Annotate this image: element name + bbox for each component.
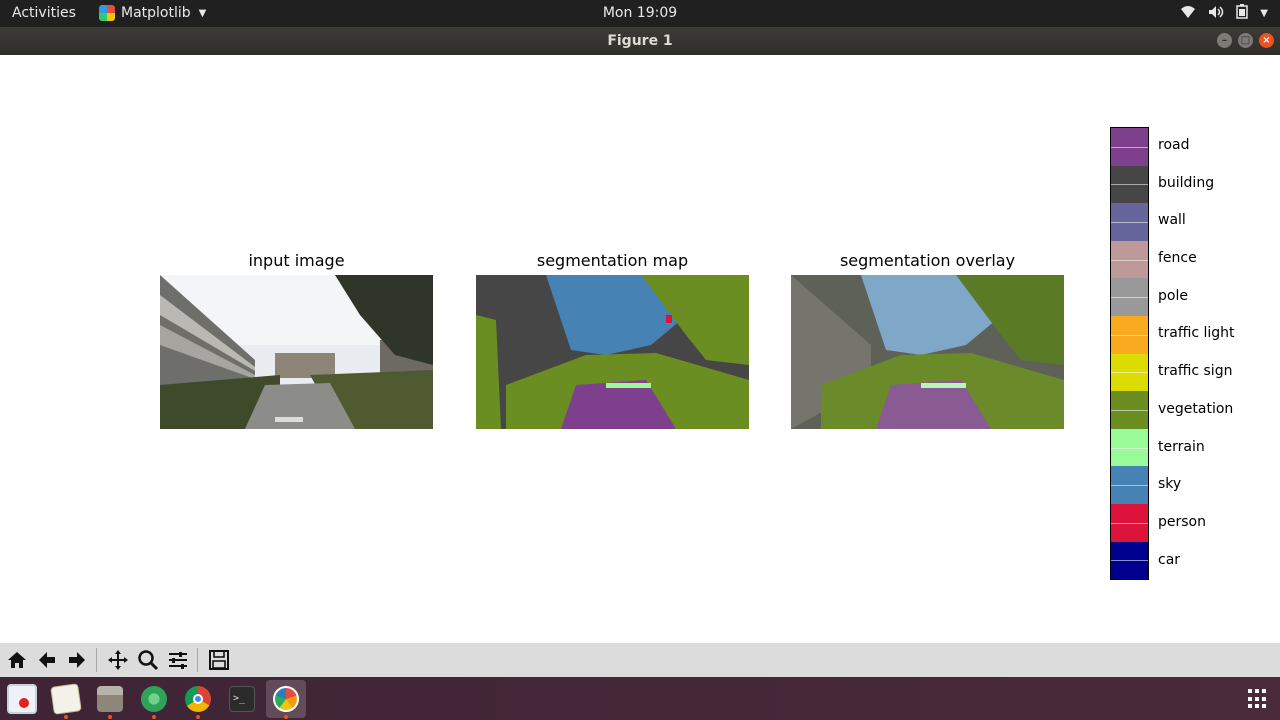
battery-icon[interactable] xyxy=(1236,4,1249,23)
colorbar-swatch-road xyxy=(1111,128,1148,166)
running-indicator xyxy=(284,714,288,719)
figure-canvas[interactable]: input image segmentation map segmentatio… xyxy=(0,55,1280,643)
save-icon[interactable] xyxy=(206,647,232,673)
colorbar-label: sky xyxy=(1158,476,1182,493)
zoom-icon[interactable] xyxy=(135,647,161,673)
text-editor-icon[interactable] xyxy=(46,680,86,719)
forward-icon[interactable] xyxy=(64,647,90,673)
matplotlib-icon[interactable] xyxy=(266,679,306,719)
segmentation-overlay-image xyxy=(791,275,1064,429)
screenshot-app-icon[interactable] xyxy=(2,680,42,718)
activities-button[interactable]: Activities xyxy=(12,5,76,21)
app-menu[interactable]: Matplotlib ▼ xyxy=(99,5,206,21)
top-bar: Activities Matplotlib ▼ Mon 19:09 ▼ xyxy=(0,0,1280,27)
maximize-button[interactable]: □ xyxy=(1238,33,1253,48)
input-image xyxy=(160,275,433,429)
volume-icon[interactable] xyxy=(1208,5,1224,23)
caret-down-icon: ▼ xyxy=(198,7,207,19)
colorbar-swatch-vegetation xyxy=(1111,391,1148,429)
show-applications-icon[interactable] xyxy=(1248,689,1268,709)
window-titlebar: Figure 1 – □ × xyxy=(0,27,1280,55)
back-icon[interactable] xyxy=(34,647,60,673)
toolbar-separator xyxy=(197,648,198,672)
wifi-icon[interactable] xyxy=(1180,5,1196,23)
colorbar-label: fence xyxy=(1158,250,1197,267)
colorbar-label: vegetation xyxy=(1158,400,1234,417)
panel-title-segmentation-overlay: segmentation overlay xyxy=(839,251,1016,270)
running-indicator xyxy=(196,714,200,719)
colorbar-swatch-traffic-sign xyxy=(1111,353,1148,392)
taskbar: >_ xyxy=(0,677,1280,720)
colorbar-label: traffic sign xyxy=(1158,363,1233,380)
colorbar-swatch-car xyxy=(1111,541,1148,580)
colorbar-swatch-wall xyxy=(1111,203,1148,241)
files-icon[interactable] xyxy=(90,680,130,719)
close-button[interactable]: × xyxy=(1259,33,1274,48)
colorbar-label: building xyxy=(1158,174,1215,191)
colorbar-swatch-traffic-light xyxy=(1111,315,1148,354)
colorbar-swatch-fence xyxy=(1111,240,1148,279)
configure-subplots-icon[interactable] xyxy=(165,647,191,673)
terminal-icon[interactable]: >_ xyxy=(222,680,262,718)
colorbar-label: pole xyxy=(1158,287,1188,304)
running-indicator xyxy=(64,714,68,719)
app-menu-label: Matplotlib xyxy=(121,5,191,21)
atom-icon[interactable] xyxy=(134,680,174,719)
running-indicator xyxy=(152,714,156,719)
minimize-button[interactable]: – xyxy=(1217,33,1232,48)
matplotlib-toolbar xyxy=(0,643,1280,677)
colorbar-swatch-building xyxy=(1111,165,1148,204)
home-icon[interactable] xyxy=(4,647,30,673)
colorbar-label: wall xyxy=(1158,212,1186,229)
colorbar xyxy=(1110,127,1149,581)
panel-title-segmentation-map: segmentation map xyxy=(536,251,689,270)
window-title: Figure 1 xyxy=(607,33,673,49)
colorbar-label: road xyxy=(1158,137,1190,153)
colorbar-label: person xyxy=(1158,513,1206,530)
segmentation-map-image xyxy=(476,275,749,429)
colorbar-label: terrain xyxy=(1158,438,1205,455)
system-menu-caret-icon[interactable]: ▼ xyxy=(1260,8,1268,19)
matplotlib-app-icon xyxy=(99,5,115,21)
colorbar-label: traffic light xyxy=(1158,325,1235,342)
toolbar-separator xyxy=(96,648,97,672)
panel-title-input: input image xyxy=(248,251,345,270)
colorbar-labels: road building wall fence pole traffic li… xyxy=(1158,127,1235,579)
colorbar-label: car xyxy=(1158,551,1181,568)
pan-icon[interactable] xyxy=(105,647,131,673)
colorbar-swatch-person xyxy=(1111,503,1148,542)
running-indicator xyxy=(108,714,112,719)
colorbar-swatch-terrain xyxy=(1111,428,1148,467)
clock[interactable]: Mon 19:09 xyxy=(603,5,677,21)
colorbar-swatch-sky xyxy=(1111,466,1148,504)
colorbar-swatch-pole xyxy=(1111,278,1148,316)
system-tray[interactable]: ▼ xyxy=(1180,4,1268,23)
chrome-icon[interactable] xyxy=(178,680,218,719)
